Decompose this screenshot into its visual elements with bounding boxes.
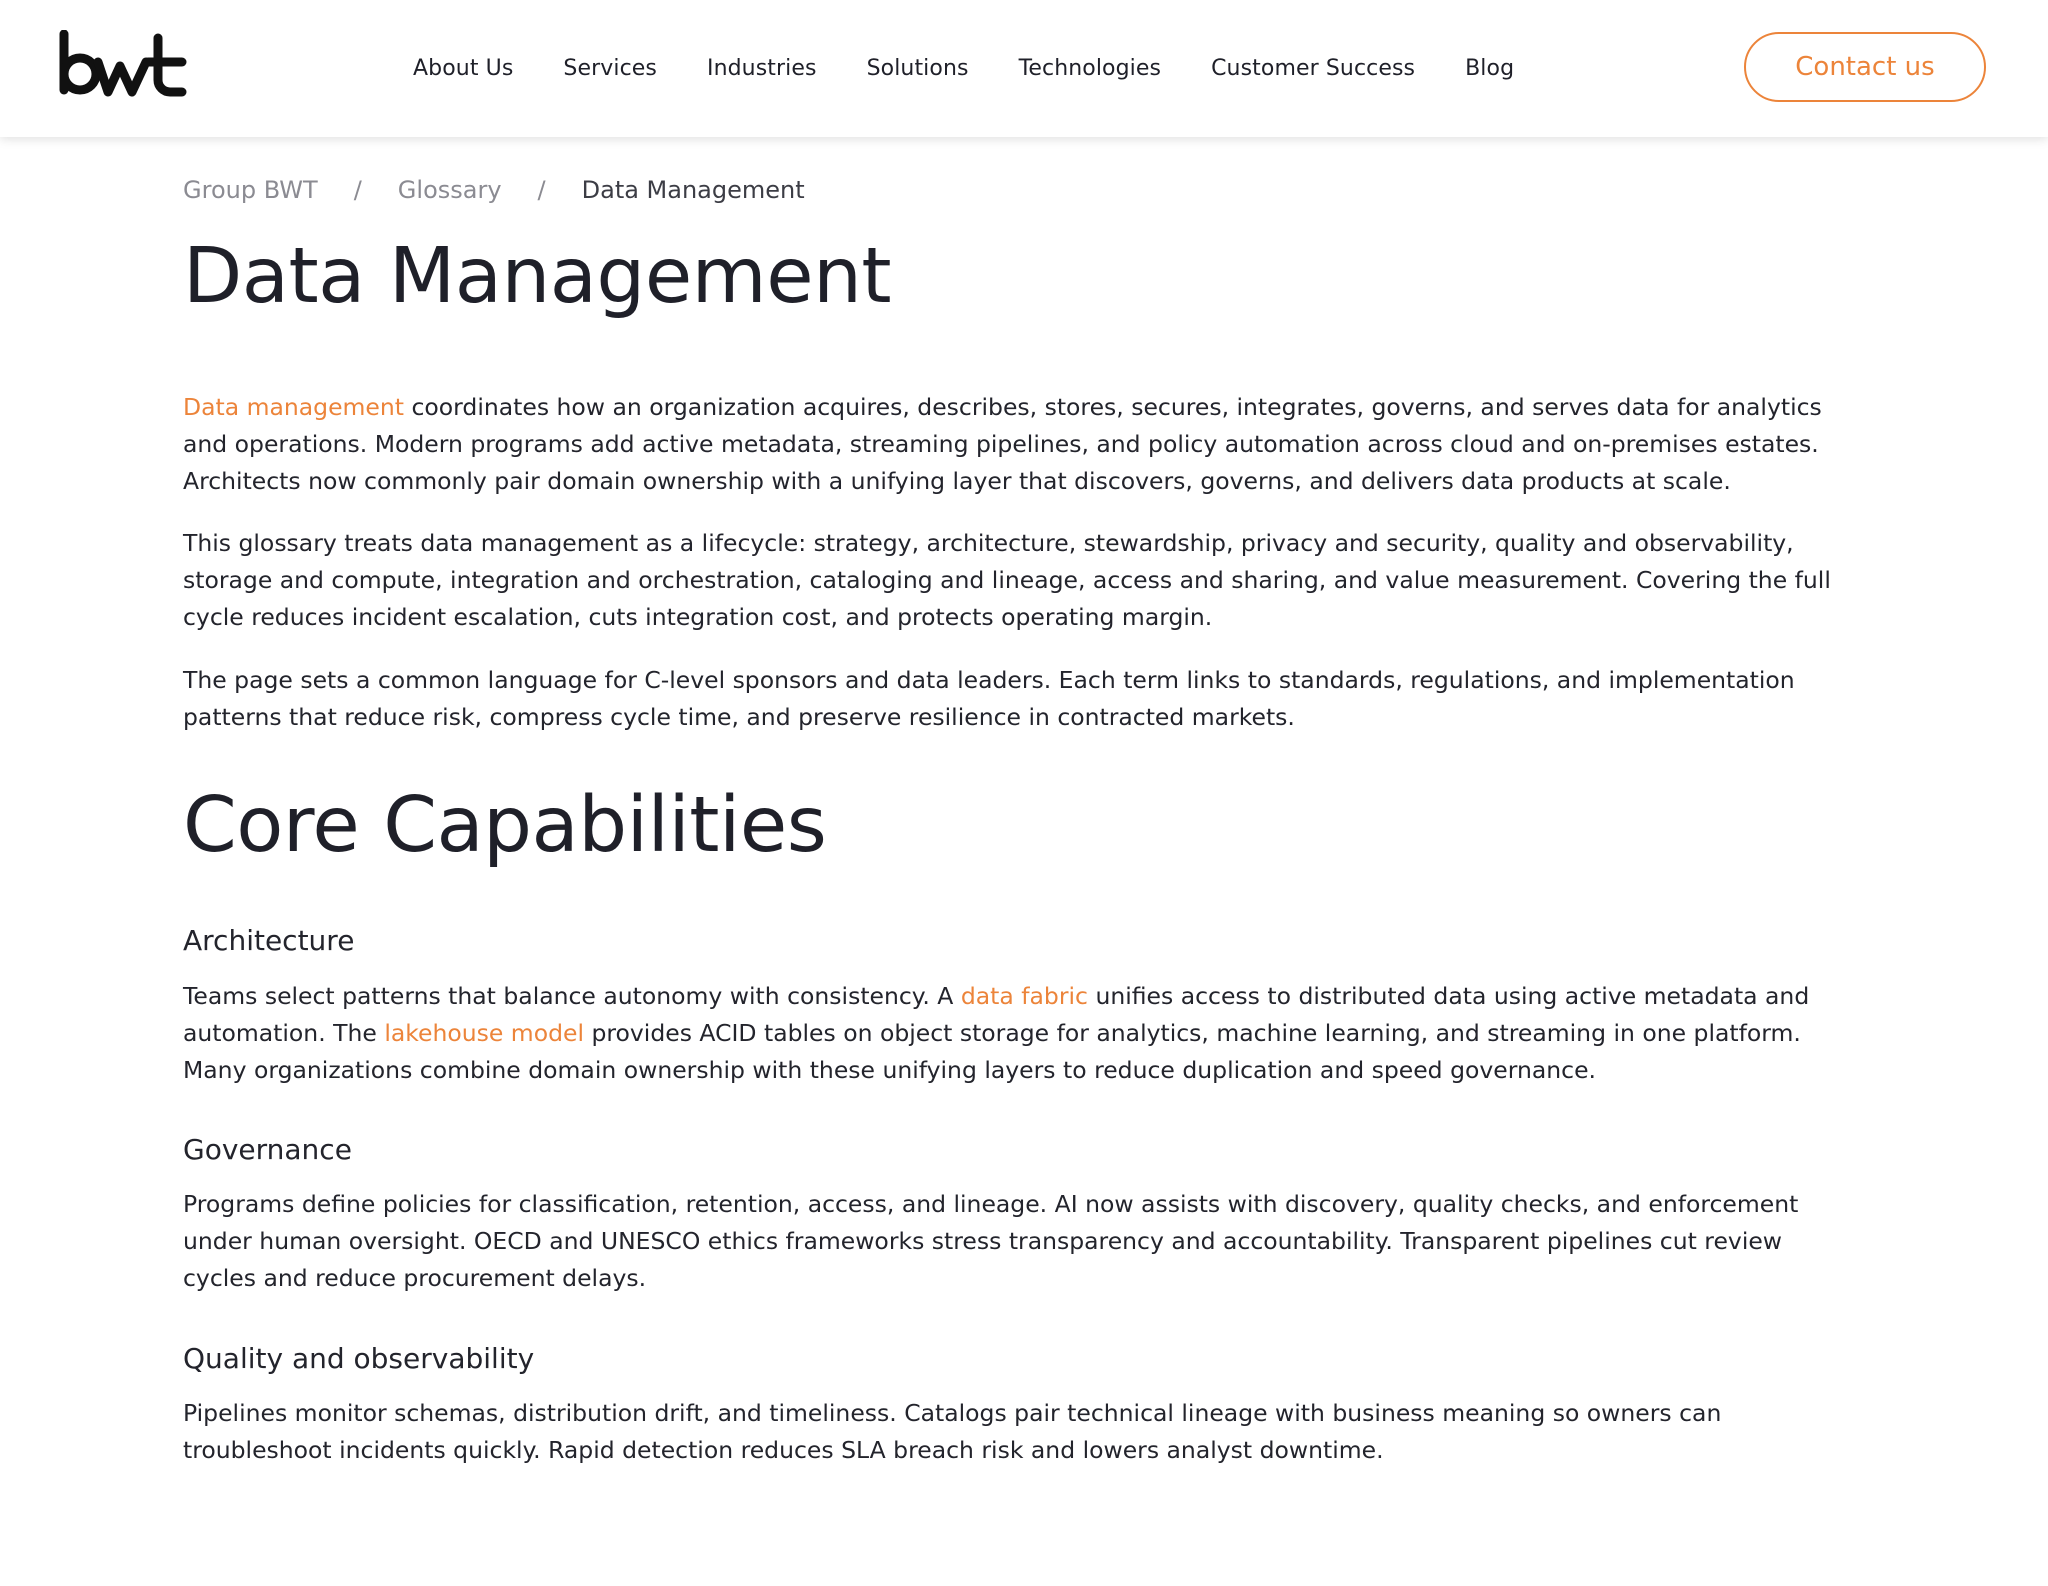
quality-paragraph: Pipelines monitor schemas, distribution …: [183, 1399, 1722, 1464]
nav-solutions[interactable]: Solutions: [867, 56, 969, 81]
contact-us-button[interactable]: Contact us: [1744, 32, 1986, 102]
intro-paragraph-3: The page sets a common language for C-le…: [183, 666, 1795, 731]
site-header: About Us Services Industries Solutions T…: [0, 0, 2048, 137]
architecture-heading: Architecture: [183, 924, 355, 957]
main-nav: About Us Services Industries Solutions T…: [413, 0, 1514, 137]
breadcrumb-item-glossary[interactable]: Glossary: [398, 176, 502, 204]
architecture-text-1: Teams select patterns that balance auton…: [183, 982, 961, 1010]
intro-paragraph-2: This glossary treats data management as …: [183, 529, 1831, 631]
nav-about-us[interactable]: About Us: [413, 56, 513, 81]
lakehouse-model-link[interactable]: lakehouse model: [384, 1019, 584, 1047]
nav-customer-success[interactable]: Customer Success: [1211, 56, 1415, 81]
nav-blog[interactable]: Blog: [1465, 56, 1514, 81]
core-capabilities-title: Core Capabilities: [183, 781, 827, 870]
governance-paragraph: Programs define policies for classificat…: [183, 1190, 1799, 1292]
data-fabric-link[interactable]: data fabric: [961, 982, 1088, 1010]
quality-heading: Quality and observability: [183, 1342, 535, 1375]
page-title: Data Management: [183, 232, 892, 321]
breadcrumb-separator: /: [353, 176, 362, 204]
breadcrumb-item-current: Data Management: [581, 176, 805, 204]
governance-heading: Governance: [183, 1133, 352, 1166]
nav-technologies[interactable]: Technologies: [1019, 56, 1162, 81]
breadcrumb-separator: /: [537, 176, 546, 204]
bwt-logo[interactable]: [58, 30, 188, 102]
nav-services[interactable]: Services: [563, 56, 657, 81]
intro-paragraph-1: Data management coordinates how an organ…: [183, 389, 1858, 500]
data-management-link[interactable]: Data management: [183, 393, 404, 421]
breadcrumb: Group BWT / Glossary / Data Management: [183, 176, 805, 204]
intro-paragraph-1-text: coordinates how an organization acquires…: [183, 393, 1822, 495]
breadcrumb-item-group-bwt[interactable]: Group BWT: [183, 176, 318, 204]
architecture-paragraph: Teams select patterns that balance auton…: [183, 978, 1858, 1089]
nav-industries[interactable]: Industries: [707, 56, 817, 81]
